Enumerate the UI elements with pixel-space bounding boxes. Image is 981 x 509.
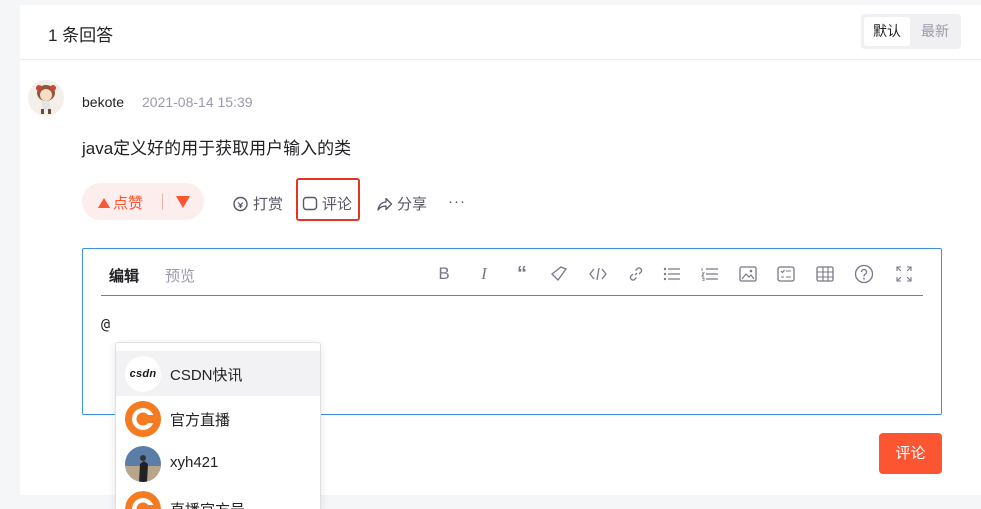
ordered-list-icon[interactable] <box>699 263 721 285</box>
image-icon[interactable] <box>737 263 759 285</box>
mention-name: CSDN快讯 <box>170 367 243 384</box>
like-button[interactable]: 点赞 <box>98 192 143 213</box>
mention-item[interactable]: xyh421 <box>116 441 320 486</box>
mention-item[interactable]: 官方直播 <box>116 396 320 441</box>
mention-name: 直播官方号 <box>170 499 245 509</box>
bold-icon[interactable]: B <box>433 263 455 285</box>
help-icon[interactable] <box>853 263 875 285</box>
answer-timestamp: 2021-08-14 15:39 <box>142 94 253 110</box>
sort-default-button[interactable]: 默认 <box>864 17 910 46</box>
code-icon[interactable] <box>587 263 609 285</box>
mention-name: xyh421 <box>170 454 219 471</box>
tip-label: 打赏 <box>253 196 284 213</box>
sort-toggle: 默认 最新 <box>861 14 961 49</box>
checklist-icon[interactable] <box>775 263 797 285</box>
dislike-button[interactable] <box>176 195 190 209</box>
fullscreen-icon[interactable] <box>893 263 915 285</box>
mention-name: 官方直播 <box>170 412 231 429</box>
like-pill: 点赞 <box>82 183 204 220</box>
answers-count-title: 1 条回答 <box>48 26 114 45</box>
tab-edit[interactable]: 编辑 <box>109 265 139 286</box>
editor-content[interactable]: @ <box>101 315 110 333</box>
mention-dropdown: CSDN CSDN快讯 官方直播 xyh421 直播官方号 <box>115 342 321 509</box>
c-logo-icon <box>125 401 161 437</box>
answers-header: 1 条回答 默认 最新 <box>20 5 981 60</box>
like-divider <box>162 194 163 210</box>
like-label: 点赞 <box>113 195 144 212</box>
unordered-list-icon[interactable] <box>661 263 683 285</box>
arrow-up-icon <box>98 197 110 208</box>
share-label: 分享 <box>397 196 428 213</box>
csdn-logo-icon: CSDN <box>125 356 161 392</box>
mention-item[interactable]: CSDN CSDN快讯 <box>116 351 320 396</box>
table-icon[interactable] <box>814 263 836 285</box>
highlight-icon[interactable] <box>548 263 570 285</box>
sort-newest-button[interactable]: 最新 <box>912 17 958 46</box>
answer-username[interactable]: bekote <box>82 94 124 110</box>
user-photo-icon <box>125 446 161 482</box>
tip-button[interactable]: 打赏 <box>232 193 283 214</box>
share-button[interactable]: 分享 <box>376 193 427 214</box>
mention-item[interactable]: 直播官方号 <box>116 486 320 509</box>
arrow-down-icon <box>176 196 190 208</box>
more-button[interactable]: ··· <box>448 193 466 210</box>
avatar[interactable] <box>28 80 64 116</box>
highlight-box <box>296 178 360 221</box>
answer-text: java定义好的用于获取用户输入的类 <box>82 139 352 158</box>
tab-preview[interactable]: 预览 <box>165 265 195 286</box>
italic-icon[interactable]: I <box>473 263 495 285</box>
submit-comment-button[interactable]: 评论 <box>879 433 942 474</box>
share-icon <box>377 197 393 211</box>
tip-icon <box>233 196 248 212</box>
quote-icon[interactable]: “ <box>511 263 533 285</box>
c-logo-icon <box>125 491 161 509</box>
editor-toolbar: 编辑 预览 B I “ <box>101 263 923 296</box>
link-icon[interactable] <box>625 263 647 285</box>
